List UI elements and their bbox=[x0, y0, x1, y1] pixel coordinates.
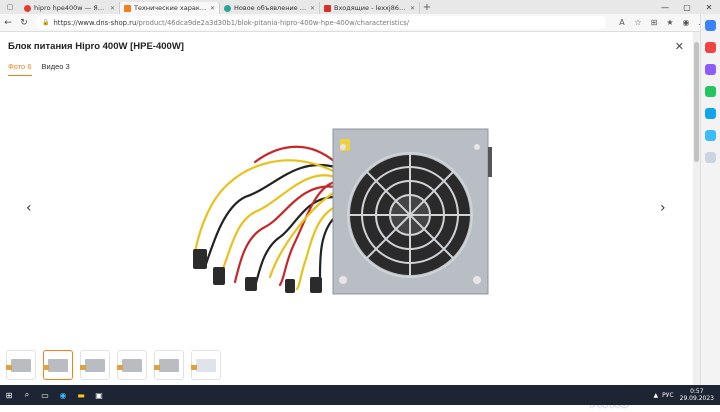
outlook-icon[interactable] bbox=[705, 108, 716, 119]
reader-icon[interactable]: A bbox=[614, 18, 630, 27]
thumbnail[interactable] bbox=[154, 350, 184, 380]
add-icon[interactable] bbox=[705, 152, 716, 163]
close-icon[interactable]: ✕ bbox=[110, 5, 115, 12]
windows-start-icon[interactable]: ⊞ bbox=[0, 386, 18, 404]
clock-date: 29.09.2023 bbox=[679, 395, 714, 402]
thumbnail-image bbox=[6, 358, 31, 372]
media-tabs: Фото 6 Видео 3 bbox=[8, 62, 80, 76]
product-media-modal: Блок питания Hipro 400W [HPE-400W] ✕ Фот… bbox=[0, 32, 700, 411]
lang-indicator[interactable]: РУС bbox=[662, 392, 673, 399]
tab-title: hipro hpe400w — Яндекс: нашл bbox=[34, 4, 107, 12]
system-tray: ▲ РУС 0:57 29.09.2023 bbox=[654, 388, 720, 402]
tab-favicon bbox=[224, 4, 231, 12]
url-path: /product/46dca9de2a3d30b1/blok-pitania-h… bbox=[136, 18, 410, 27]
page-scrollbar[interactable] bbox=[693, 32, 700, 385]
tab-favicon bbox=[324, 4, 331, 12]
network-icon[interactable]: ▲ bbox=[654, 392, 659, 399]
address-bar: ← ↻ 🔒 https://www.dns-shop.ru/product/46… bbox=[0, 14, 720, 32]
tab-title: Входящие - lexxj86s3@gmail.co bbox=[334, 4, 407, 12]
browser-tools: A ☆ ⊞ ★ ◉ … bbox=[614, 18, 710, 27]
store-icon[interactable]: ▣ bbox=[90, 386, 108, 404]
taskbar: ⊞ ⌕ ▭ ◉ ▬ ▣ ▲ РУС 0:57 29.09.2023 bbox=[0, 385, 720, 405]
search-icon[interactable] bbox=[705, 20, 716, 31]
browser-tab-3[interactable]: Входящие - lexxj86s3@gmail.co ✕ bbox=[320, 2, 420, 14]
tab-photo[interactable]: Фото 6 bbox=[8, 62, 32, 76]
thumbnail-image bbox=[191, 358, 216, 372]
telegram-icon[interactable] bbox=[705, 130, 716, 141]
thumbnail-image bbox=[43, 358, 68, 372]
next-arrow-icon[interactable]: › bbox=[660, 200, 666, 216]
maximize-icon[interactable]: ▢ bbox=[676, 3, 698, 12]
modal-title: Блок питания Hipro 400W [HPE-400W] bbox=[8, 41, 184, 52]
url-host: https://www.dns-shop.ru bbox=[53, 18, 137, 27]
tab-video[interactable]: Видео 3 bbox=[42, 62, 70, 76]
close-window-icon[interactable]: ✕ bbox=[698, 3, 720, 12]
thumbnail-image bbox=[154, 358, 179, 372]
games-icon[interactable] bbox=[705, 86, 716, 97]
edge-browser-icon[interactable]: ◉ bbox=[54, 386, 72, 404]
favorites-list-icon[interactable]: ★ bbox=[662, 18, 678, 27]
close-icon[interactable]: ✕ bbox=[210, 5, 215, 12]
thumbnail-image bbox=[117, 358, 142, 372]
tools-icon[interactable] bbox=[705, 64, 716, 75]
collections-icon[interactable]: ⊞ bbox=[646, 18, 662, 27]
thumbnail[interactable] bbox=[117, 350, 147, 380]
close-icon[interactable]: ✕ bbox=[310, 5, 315, 12]
explorer-icon[interactable]: ▬ bbox=[72, 386, 90, 404]
clock-time: 0:57 bbox=[690, 388, 704, 395]
tab-actions-icon[interactable]: ▢ bbox=[0, 0, 20, 14]
taskview-icon[interactable]: ▭ bbox=[36, 386, 54, 404]
thumbnail[interactable] bbox=[191, 350, 221, 380]
favorite-icon[interactable]: ☆ bbox=[630, 18, 646, 27]
url-field[interactable]: 🔒 https://www.dns-shop.ru/product/46dca9… bbox=[36, 16, 606, 29]
browser-tab-bar: ▢ hipro hpe400w — Яндекс: нашл ✕ Техниче… bbox=[0, 0, 720, 14]
scrollbar-thumb[interactable] bbox=[694, 42, 699, 162]
shopping-icon[interactable] bbox=[705, 42, 716, 53]
close-icon[interactable]: ✕ bbox=[675, 40, 684, 53]
browser-tab-0[interactable]: hipro hpe400w — Яндекс: нашл ✕ bbox=[20, 2, 120, 14]
lock-icon: 🔒 bbox=[42, 19, 50, 26]
tab-favicon bbox=[124, 4, 131, 12]
product-image bbox=[193, 128, 492, 295]
close-icon[interactable]: ✕ bbox=[410, 5, 415, 12]
prev-arrow-icon[interactable]: ‹ bbox=[26, 200, 32, 216]
tab-title: Новое объявление — Объявле bbox=[234, 4, 307, 12]
search-icon[interactable]: ⌕ bbox=[18, 386, 36, 404]
tab-title: Технические характеристики Б bbox=[134, 4, 207, 12]
thumbnail-image bbox=[80, 358, 105, 372]
minimize-icon[interactable]: — bbox=[654, 3, 676, 12]
edge-sidebar bbox=[700, 14, 720, 385]
thumbnail[interactable] bbox=[80, 350, 110, 380]
new-tab-button[interactable]: + bbox=[420, 2, 434, 13]
back-icon[interactable]: ← bbox=[0, 18, 16, 28]
thumbnail[interactable] bbox=[6, 350, 36, 380]
reload-icon[interactable]: ↻ bbox=[16, 18, 32, 28]
tab-favicon bbox=[24, 4, 31, 12]
browser-tab-1[interactable]: Технические характеристики Б ✕ bbox=[120, 2, 220, 14]
browser-tab-2[interactable]: Новое объявление — Объявле ✕ bbox=[220, 2, 320, 14]
profile-icon[interactable]: ◉ bbox=[678, 18, 694, 27]
thumbnail-selected[interactable] bbox=[43, 350, 73, 380]
window-controls: — ▢ ✕ bbox=[654, 3, 720, 12]
thumbnail-strip bbox=[6, 350, 228, 380]
clock[interactable]: 0:57 29.09.2023 bbox=[680, 388, 714, 402]
